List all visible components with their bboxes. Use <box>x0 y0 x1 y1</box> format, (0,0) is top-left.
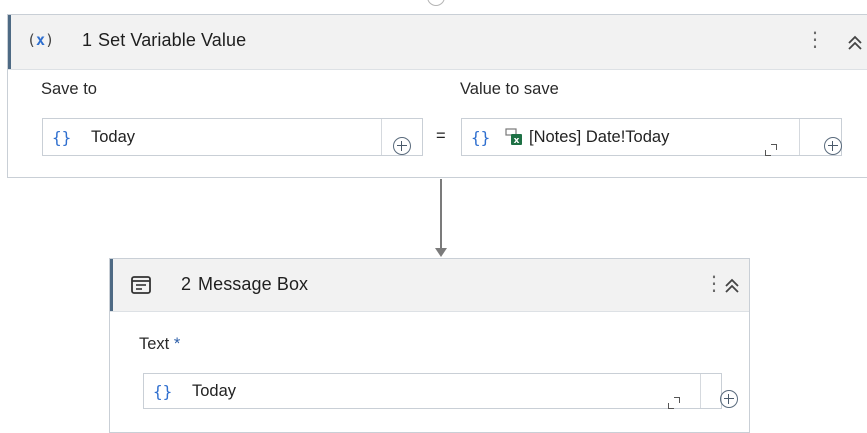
add-activity-connector-icon[interactable] <box>427 0 445 6</box>
activity-card-message-box[interactable]: 2 Message Box ⋮ Text * {} Today <box>109 258 750 433</box>
activity-header[interactable]: 2 Message Box ⋮ <box>110 259 749 312</box>
flow-connector-line <box>440 179 442 253</box>
activity-accent-bar <box>8 15 11 69</box>
value-to-save-field[interactable]: {} x [Notes] Date!Today <box>461 118 842 156</box>
add-plus-icon[interactable] <box>393 137 411 155</box>
chevron-double-up-icon[interactable] <box>723 278 741 294</box>
activity-card-set-variable[interactable]: (x) 1 Set Variable Value ⋮ Save to Value… <box>7 14 867 178</box>
value-to-save-text: [Notes] Date!Today <box>529 128 670 146</box>
activity-accent-bar <box>110 259 113 311</box>
message-box-icon <box>131 276 151 294</box>
variable-brace-icon: {} <box>471 128 491 147</box>
activity-title: Message Box <box>198 274 309 294</box>
save-to-field[interactable]: {} Today <box>42 118 423 156</box>
field-divider <box>700 374 701 408</box>
add-plus-icon[interactable] <box>720 390 738 408</box>
equals-sign: = <box>436 127 446 145</box>
save-to-label: Save to <box>41 80 97 98</box>
more-options-icon[interactable]: ⋮ <box>805 30 825 50</box>
excel-icon: x <box>505 128 522 146</box>
add-plus-icon[interactable] <box>824 137 842 155</box>
text-field[interactable]: {} Today <box>143 373 738 409</box>
text-label: Text * <box>139 335 180 354</box>
expand-editor-icon[interactable] <box>668 397 680 409</box>
flow-arrow-icon <box>435 248 447 257</box>
svg-text:x: x <box>514 136 520 146</box>
variable-icon: (x) <box>27 31 55 49</box>
activity-header[interactable]: (x) 1 Set Variable Value ⋮ <box>8 15 867 70</box>
field-divider <box>799 119 800 155</box>
activity-number: 1 <box>82 30 93 50</box>
variable-brace-icon: {} <box>52 128 72 147</box>
chevron-double-up-icon[interactable] <box>846 35 864 51</box>
more-options-icon[interactable]: ⋮ <box>704 274 724 294</box>
required-mark: * <box>173 335 181 353</box>
save-to-value: Today <box>91 128 136 146</box>
field-divider <box>381 119 382 155</box>
text-label-text: Text <box>139 335 170 353</box>
activity-number: 2 <box>181 274 192 294</box>
expand-editor-icon[interactable] <box>765 144 777 156</box>
variable-brace-icon: {} <box>153 382 173 401</box>
text-value: Today <box>192 382 237 400</box>
value-to-save-label: Value to save <box>460 80 559 98</box>
activity-title: Set Variable Value <box>98 30 247 50</box>
